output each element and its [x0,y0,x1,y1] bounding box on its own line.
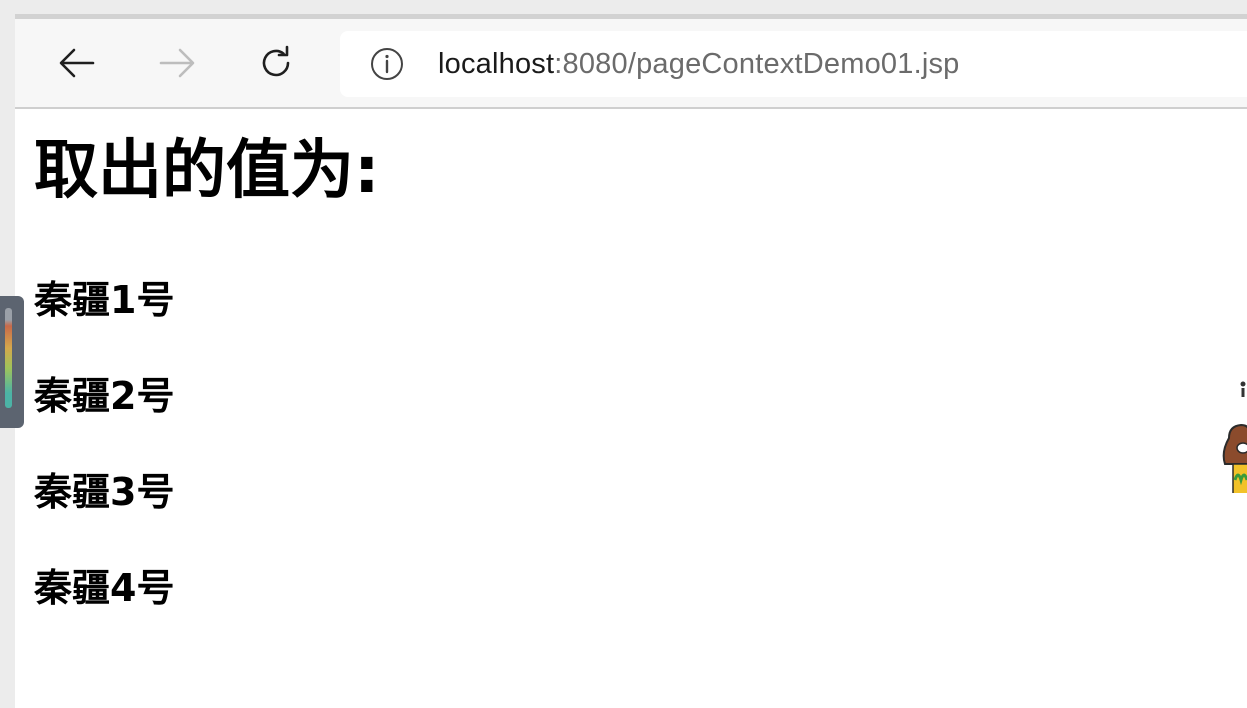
page-heading: 取出的值为: [34,134,380,208]
side-panel-handle[interactable] [0,296,24,428]
page-content: 取出的值为: 秦疆1号 秦疆2号 秦疆3号 秦疆4号 [15,109,1247,708]
url-path: :8080/pageContextDemo01.jsp [554,47,960,80]
browser-toolbar: localhost:8080/pageContextDemo01.jsp [15,19,1247,109]
list-item: 秦疆3号 [34,470,175,514]
url-text[interactable]: localhost:8080/pageContextDemo01.jsp [438,48,960,81]
mascot-image[interactable] [1219,368,1247,493]
back-button[interactable] [53,39,101,87]
forward-button[interactable] [153,39,201,87]
color-meter-icon [5,308,12,408]
list-item: 秦疆1号 [34,278,175,322]
browser-window: localhost:8080/pageContextDemo01.jsp 取出的… [15,14,1247,708]
reload-icon [262,45,290,77]
arrow-left-icon [59,48,95,78]
address-bar[interactable]: localhost:8080/pageContextDemo01.jsp [340,31,1247,97]
list-item: 秦疆4号 [34,566,175,610]
url-host: localhost [438,47,555,80]
value-list: 秦疆1号 秦疆2号 秦疆3号 秦疆4号 [34,275,174,659]
list-item: 秦疆2号 [34,374,175,418]
reload-button[interactable] [252,39,300,87]
info-circle-icon[interactable] [370,47,404,81]
arrow-right-icon [159,48,195,78]
